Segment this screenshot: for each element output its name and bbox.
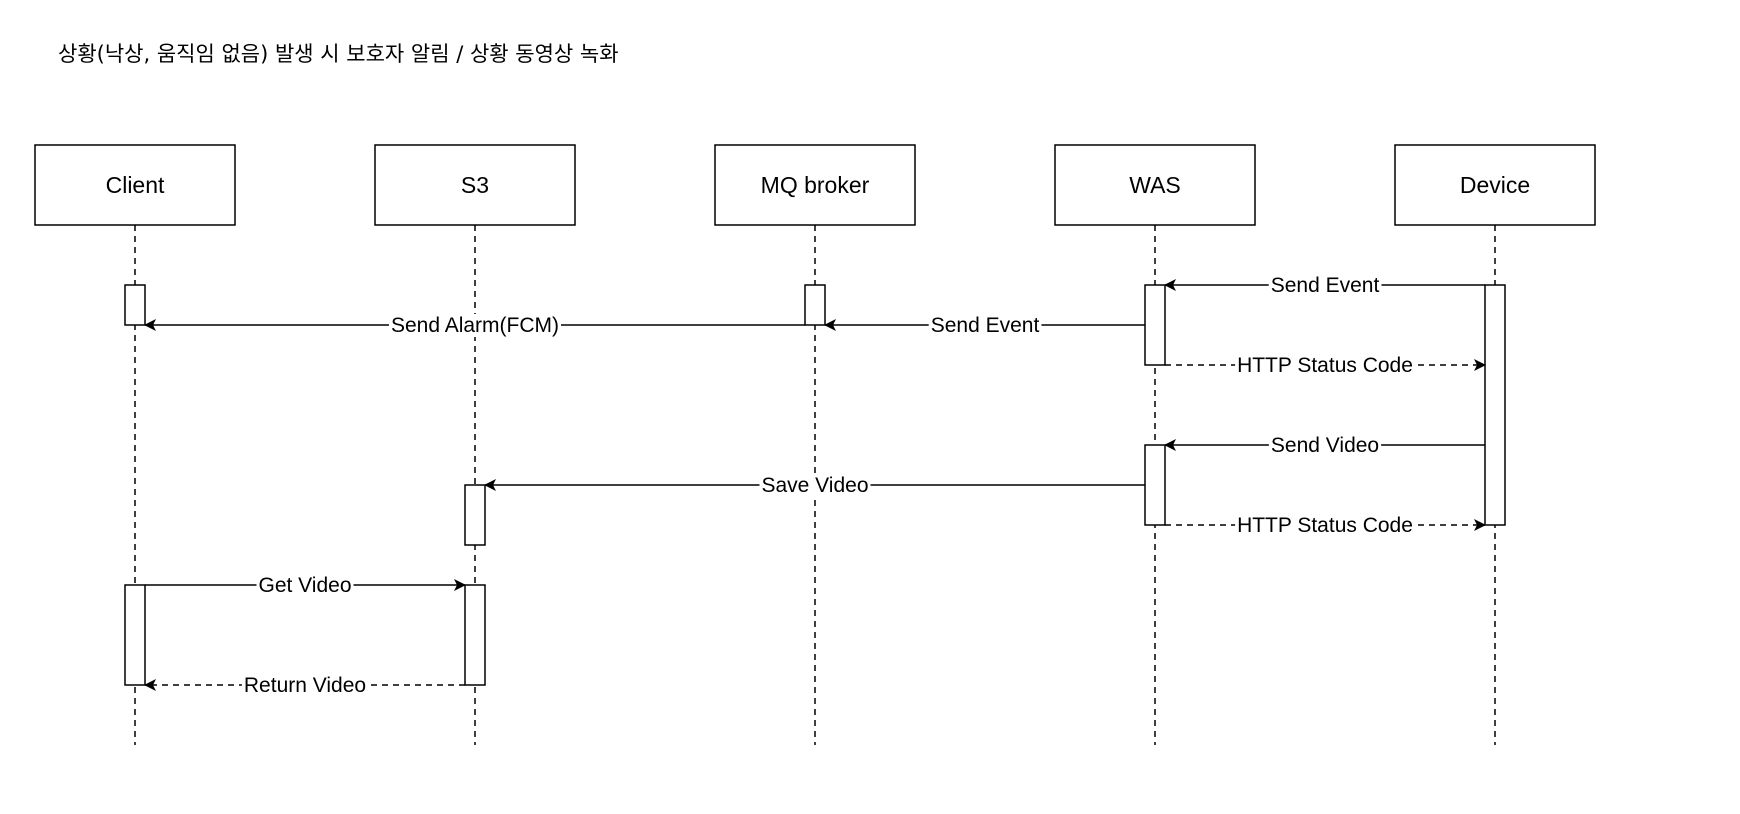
participants: Client S3 MQ broker WAS Device [34, 144, 1596, 226]
message-9: Return Video [144, 674, 465, 697]
activation-bar-s3 [464, 484, 486, 546]
participant-s3: S3 [374, 144, 576, 226]
participant-label: Client [106, 172, 165, 198]
message-label: Send Event [1271, 274, 1380, 297]
activation-bar-was [1144, 284, 1166, 366]
participant-label: MQ broker [761, 172, 870, 198]
sequence-diagram: Client S3 MQ broker WAS Device Send Event Sen… [34, 144, 1596, 745]
message-label: HTTP Status Code [1237, 514, 1413, 537]
participant-mq: MQ broker [714, 144, 916, 226]
activation-bar-s3 [464, 584, 486, 686]
message-2: Send Event [824, 314, 1145, 337]
message-6: Save Video [484, 474, 1145, 497]
message-1: Send Event [1164, 274, 1485, 297]
message-label: Send Alarm(FCM) [391, 314, 559, 337]
message-8: Get Video [145, 574, 466, 597]
participant-label: S3 [461, 172, 489, 198]
message-label: Send Event [931, 314, 1040, 337]
participant-label: Device [1460, 172, 1530, 198]
participant-label: WAS [1129, 172, 1181, 198]
participant-client: Client [34, 144, 236, 226]
message-4: HTTP Status Code [1165, 354, 1486, 377]
activation-bar-client [124, 284, 146, 326]
message-3: Send Alarm(FCM) [144, 314, 805, 337]
message-7: HTTP Status Code [1165, 514, 1486, 537]
participant-device: Device [1394, 144, 1596, 226]
message-5: Send Video [1164, 434, 1485, 457]
message-label: Return Video [244, 674, 366, 697]
activation-bar-mq [804, 284, 826, 326]
message-label: Save Video [761, 474, 868, 497]
activation-bar-was [1144, 444, 1166, 526]
message-label: Send Video [1271, 434, 1379, 457]
message-label: HTTP Status Code [1237, 354, 1413, 377]
activation-bar-client [124, 584, 146, 686]
message-label: Get Video [258, 574, 351, 597]
participant-was: WAS [1054, 144, 1256, 226]
activation-bar-device [1484, 284, 1506, 526]
